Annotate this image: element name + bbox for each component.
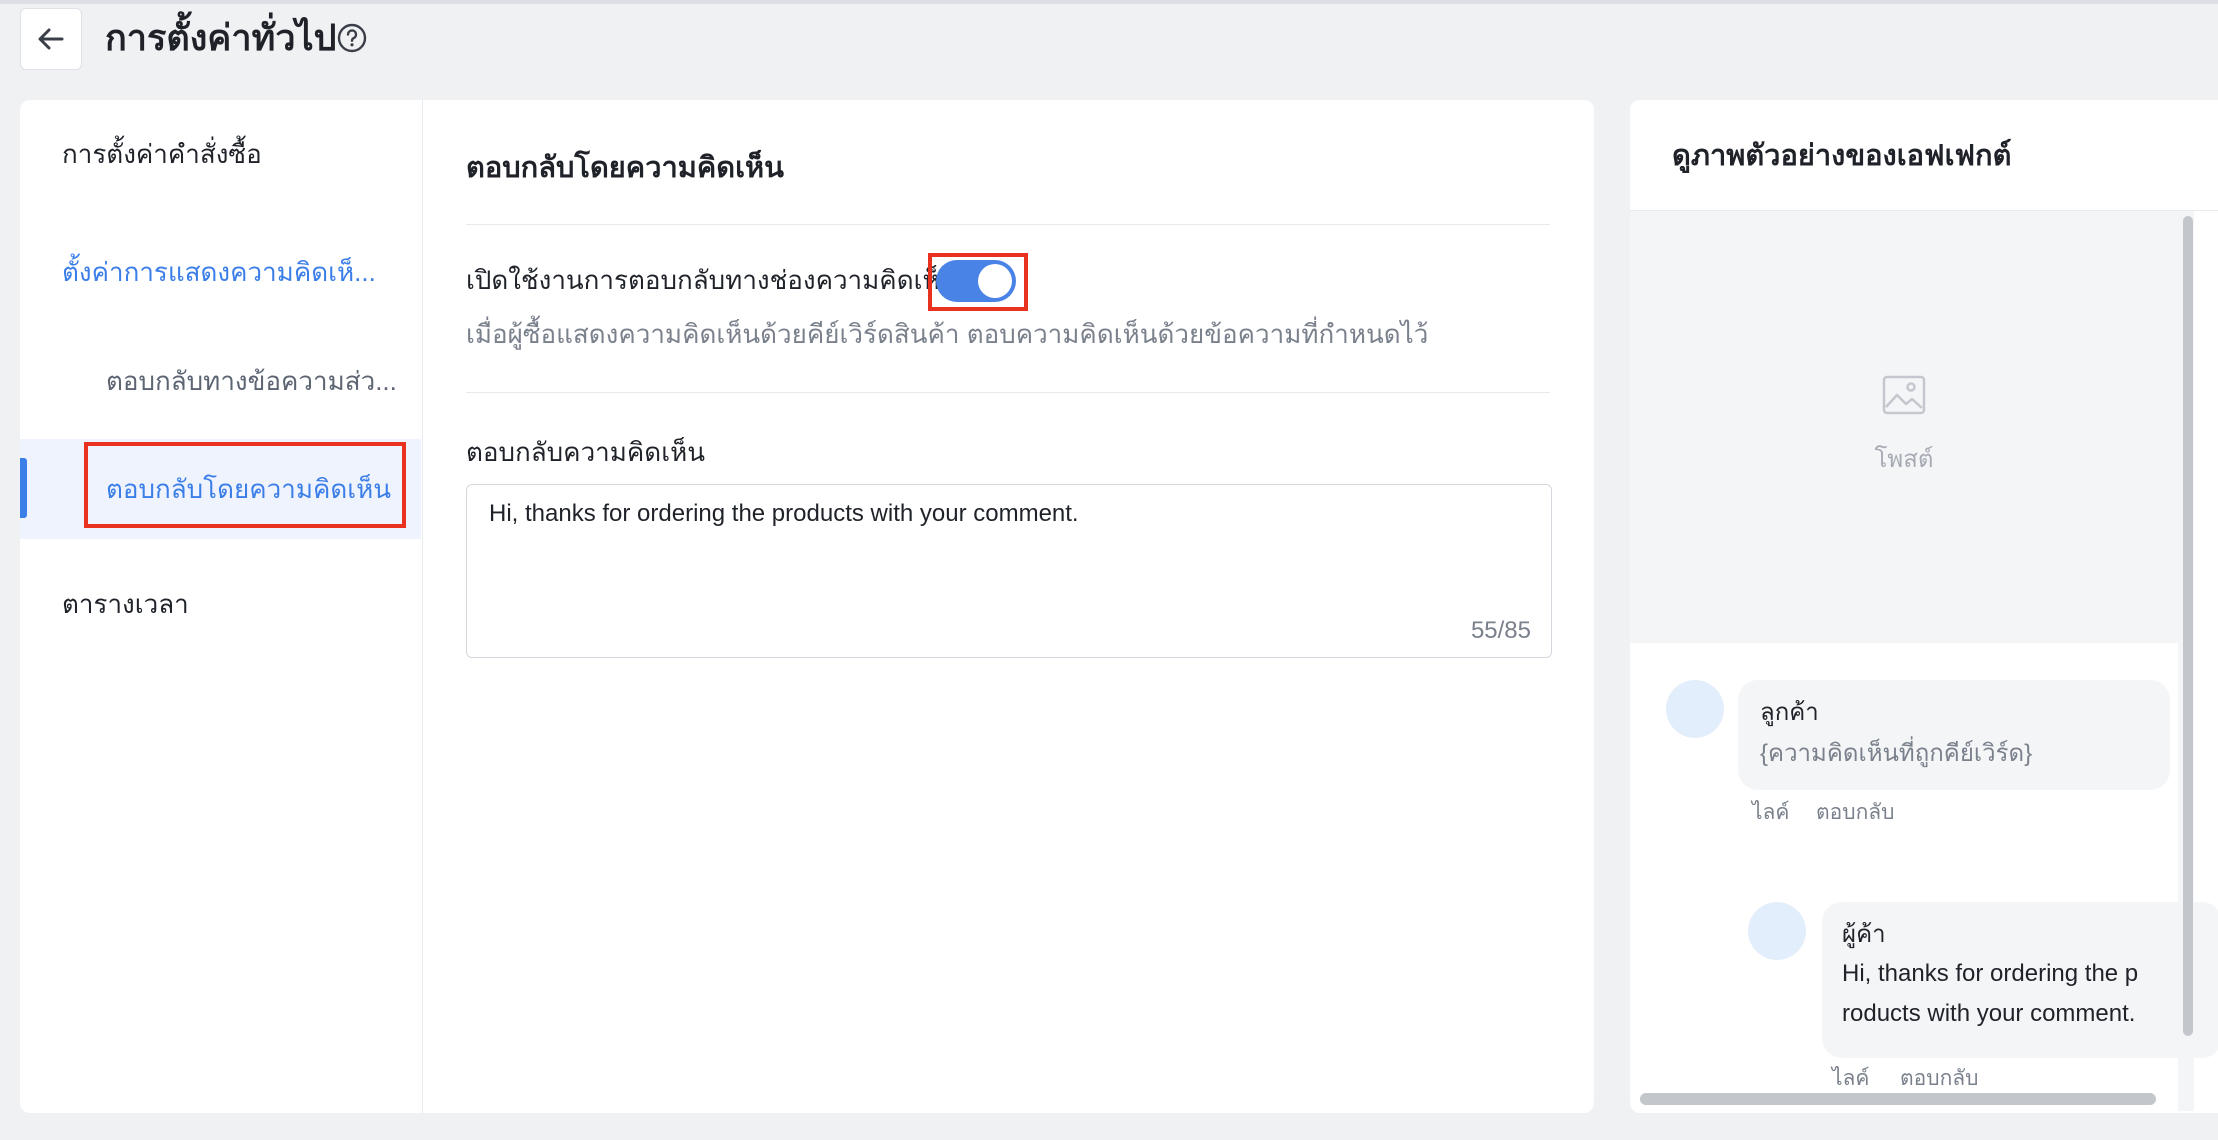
reply-link[interactable]: ตอบกลับ bbox=[1900, 1064, 1979, 1094]
image-icon bbox=[1882, 375, 1926, 415]
sidebar-item-schedule[interactable]: ตารางเวลา bbox=[62, 587, 189, 621]
customer-comment-bubble: ลูกค้า {ความคิดเห็นที่ถูกคีย์เวิร์ด} bbox=[1738, 680, 2170, 790]
sidebar-item-order-settings[interactable]: การตั้งค่าคำสั่งซื้อ bbox=[62, 137, 262, 171]
back-button[interactable] bbox=[20, 8, 82, 70]
arrow-left-icon bbox=[38, 28, 64, 50]
top-border bbox=[0, 0, 2218, 4]
sidebar-active-indicator bbox=[20, 458, 27, 518]
settings-content: ตอบกลับโดยความคิดเห็น เปิดใช้งานการตอบกล… bbox=[466, 100, 1570, 1113]
post-placeholder: โพสต์ bbox=[1630, 211, 2178, 643]
seller-name: ผู้ค้า bbox=[1842, 921, 1886, 948]
character-counter: 55/85 bbox=[1470, 617, 1531, 644]
like-link[interactable]: ไลค์ bbox=[1832, 1064, 1869, 1094]
seller-reply-line-1: Hi, thanks for ordering the p bbox=[1842, 960, 2139, 987]
reply-field-label: ตอบกลับความคิดเห็น bbox=[466, 437, 705, 467]
reply-textarea[interactable]: Hi, thanks for ordering the products wit… bbox=[466, 484, 1552, 658]
sidebar-item-private-message-reply[interactable]: ตอบกลับทางข้อความส่ว... bbox=[106, 364, 397, 398]
sidebar-item-comment-settings[interactable]: ตั้งค่าการแสดงความคิดเห็... bbox=[62, 255, 376, 289]
highlight-box bbox=[928, 253, 1028, 311]
avatar bbox=[1666, 680, 1724, 738]
settings-sidebar: การตั้งค่าคำสั่งซื้อ ตั้งค่าการแสดงความค… bbox=[20, 100, 423, 1113]
seller-reply-line-2: roducts with your comment. bbox=[1842, 1000, 2136, 1027]
effect-preview-panel: ดูภาพตัวอย่างของเอฟเฟกต์ โพสต์ ลูกค้า {ค… bbox=[1630, 100, 2218, 1113]
horizontal-scrollbar[interactable] bbox=[1640, 1093, 2156, 1105]
customer-comment: {ความคิดเห็นที่ถูกคีย์เวิร์ด} bbox=[1760, 740, 2033, 767]
post-label: โพสต์ bbox=[1874, 446, 1934, 473]
like-link[interactable]: ไลค์ bbox=[1752, 798, 1789, 828]
question-circle-icon[interactable] bbox=[336, 22, 368, 54]
toggle-description: เมื่อผู้ซื้อแสดงความคิดเห็นด้วยคีย์เวิร์… bbox=[466, 319, 1429, 349]
divider bbox=[466, 224, 1550, 225]
highlight-box bbox=[84, 442, 406, 528]
seller-reply-bubble: ผู้ค้า Hi, thanks for ordering the p rod… bbox=[1822, 902, 2218, 1058]
reply-link[interactable]: ตอบกลับ bbox=[1816, 798, 1895, 828]
avatar bbox=[1748, 902, 1806, 960]
page-title: การตั้งค่าทั่วไป bbox=[105, 17, 337, 58]
vertical-scrollbar[interactable] bbox=[2183, 216, 2193, 1036]
section-title: ตอบกลับโดยความคิดเห็น bbox=[466, 152, 784, 184]
preview-title: ดูภาพตัวอย่างของเอฟเฟกต์ bbox=[1672, 140, 2012, 172]
customer-name: ลูกค้า bbox=[1760, 699, 1819, 726]
toggle-label: เปิดใช้งานการตอบกลับทางช่องความคิดเห็น bbox=[466, 265, 958, 295]
settings-card: การตั้งค่าคำสั่งซื้อ ตั้งค่าการแสดงความค… bbox=[20, 100, 1594, 1113]
reply-text-value: Hi, thanks for ordering the products wit… bbox=[489, 500, 1079, 527]
divider bbox=[466, 392, 1550, 393]
